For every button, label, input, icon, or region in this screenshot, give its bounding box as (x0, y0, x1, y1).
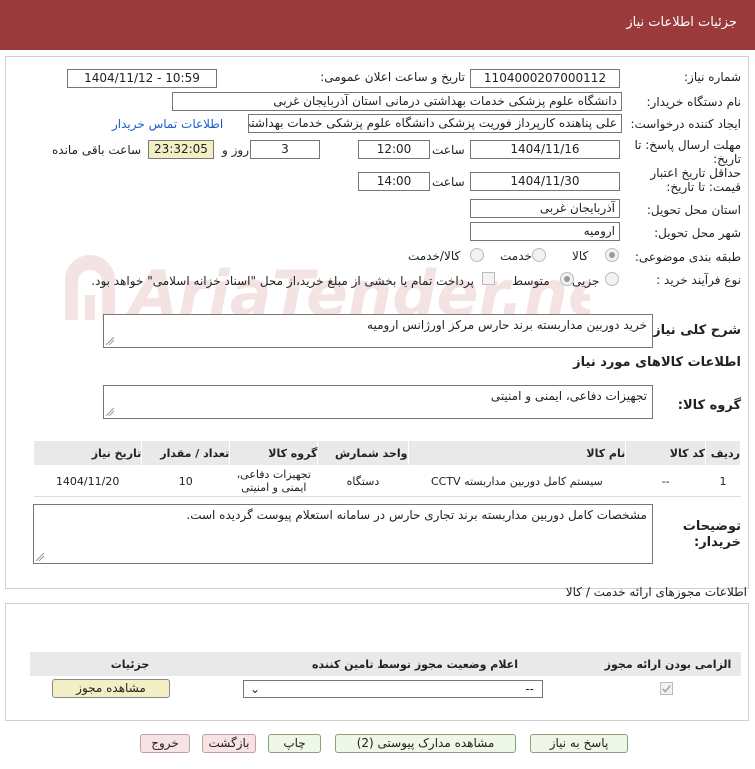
resize-grip-icon[interactable] (106, 337, 114, 345)
city-field: ارومیه (470, 222, 620, 241)
purchase-medium-label: متوسط (512, 274, 550, 288)
resize-grip-icon[interactable] (36, 553, 44, 561)
deadline-date-field: 1404/11/16 (470, 140, 620, 159)
resize-grip-icon[interactable] (106, 408, 114, 416)
cell-name: سیستم کامل دوربین مداربسته CCTV (408, 465, 626, 497)
remaining-label: ساعت باقی مانده (52, 143, 142, 157)
cell-quantity: 10 (141, 465, 230, 497)
buyer-notes-label: توضیحات خریدار: (682, 519, 741, 550)
permit-required-checkbox (660, 682, 673, 695)
buyer-org-field: دانشگاه علوم پزشکی خدمات بهداشتی درمانی … (172, 92, 622, 111)
city-label: شهر محل تحویل: (654, 226, 741, 240)
print-button[interactable]: چاپ (268, 734, 321, 753)
buyer-contact-link[interactable]: اطلاعات تماس خریدار (112, 117, 223, 131)
permit-status-select[interactable]: ⌄ -- (243, 680, 543, 698)
col-header-name: نام کالا (407, 440, 627, 466)
check-icon (662, 684, 671, 693)
permit-status-value: -- (525, 682, 534, 696)
cell-group: تجهیزات دفاعی، ایمنی و امنیتی (229, 465, 318, 497)
validity-time-label: ساعت (432, 175, 465, 189)
table-row: 1 -- سیستم کامل دوربین مداربسته CCTV دست… (33, 465, 741, 497)
deadline-label: مهلت ارسال پاسخ: تا تاریخ: (634, 138, 741, 166)
view-permit-button[interactable]: مشاهده مجوز (52, 679, 170, 698)
col-header-code: کد کالا (625, 440, 707, 466)
province-field: آذربایجان غربی (470, 199, 620, 218)
page-title: جزئیات اطلاعات نیاز (626, 15, 737, 30)
category-goods-service-radio[interactable] (470, 248, 484, 262)
cell-row: 1 (705, 465, 741, 497)
province-label: استان محل تحویل: (646, 203, 741, 217)
validity-date-field: 1404/11/30 (470, 172, 620, 191)
category-goods-label: کالا (572, 249, 589, 263)
col-header-row: ردیف (705, 440, 741, 466)
view-attachments-button[interactable]: مشاهده مدارک پیوستی (2) (335, 734, 516, 753)
purchase-minor-label: جزیی (572, 274, 600, 288)
goods-info-title: اطلاعات کالاهای مورد نیاز (573, 355, 741, 370)
deadline-time-field: 12:00 (358, 140, 430, 159)
days-field: 3 (250, 140, 320, 159)
treasury-payment-checkbox[interactable] (482, 272, 495, 285)
remaining-time-field: 23:32:05 (148, 140, 214, 159)
summary-textarea: خرید دوربین مداربسته برند حارس مرکز اورژ… (103, 314, 653, 348)
requester-field: علی پناهنده کارپرداز فوریت پزشکی دانشگاه… (248, 114, 622, 133)
cell-unit: دستگاه (317, 465, 408, 497)
buyer-notes-text: مشخصات کامل دوربین مداربسته برند تجاری ح… (186, 508, 647, 522)
category-label: طبقه بندی موضوعی: (634, 250, 741, 264)
category-goods-service-label: کالا/خدمت (408, 249, 461, 263)
summary-text: خرید دوربین مداربسته برند حارس مرکز اورژ… (367, 318, 647, 332)
announce-field: 1404/11/12 - 10:59 (67, 69, 217, 88)
summary-label: شرح کلی نیاز: (647, 323, 741, 338)
goods-group-text: تجهیزات دفاعی، ایمنی و امنیتی (490, 389, 647, 403)
permits-col-status: اعلام وضعیت مجوز توسط تامین کننده (312, 658, 518, 671)
goods-group-label: گروه کالا: (677, 398, 741, 413)
permits-title: اطلاعات مجوزهای ارائه خدمت / کالا (565, 585, 747, 599)
days-label: روز و (222, 143, 249, 157)
buyer-notes-textarea: مشخصات کامل دوربین مداربسته برند تجاری ح… (33, 504, 653, 564)
col-header-quantity: تعداد / مقدار (141, 440, 231, 466)
col-header-date: تاریخ نیاز (32, 440, 143, 466)
back-button[interactable]: بازگشت (202, 734, 256, 753)
permits-col-details: جزئیات (110, 658, 150, 671)
validity-label: حداقل تاریخ اعتبار قیمت: تا تاریخ: (650, 166, 741, 194)
purchase-medium-radio[interactable] (560, 272, 574, 286)
requester-label: ایجاد کننده درخواست: (630, 117, 741, 131)
validity-time-field: 14:00 (358, 172, 430, 191)
col-header-group: گروه کالا (229, 440, 319, 466)
goods-table: ردیف کد کالا نام کالا واحد شمارش گروه کا… (32, 440, 741, 497)
exit-button[interactable]: خروج (140, 734, 190, 753)
cell-date: 1404/11/20 (33, 465, 142, 497)
goods-group-textarea: تجهیزات دفاعی، ایمنی و امنیتی (103, 385, 653, 419)
buyer-org-label: نام دستگاه خریدار: (646, 95, 742, 109)
purchase-minor-radio[interactable] (605, 272, 619, 286)
deadline-time-label: ساعت (432, 143, 465, 157)
category-goods-radio[interactable] (605, 248, 619, 262)
purchase-type-label: نوع فرآیند خرید : (656, 273, 741, 287)
chevron-down-icon: ⌄ (250, 682, 261, 696)
cell-code: -- (625, 465, 706, 497)
category-service-radio[interactable] (532, 248, 546, 262)
reply-to-need-button[interactable]: پاسخ به نیاز (530, 734, 628, 753)
col-header-unit: واحد شمارش (317, 440, 409, 466)
need-number-field: 1104000207000112 (470, 69, 620, 88)
permits-col-required: الزامی بودن ارائه مجوز (604, 658, 732, 671)
announce-label: تاریخ و ساعت اعلان عمومی: (320, 70, 465, 84)
need-number-label: شماره نیاز: (684, 70, 741, 84)
treasury-payment-note: پرداخت تمام یا بخشی از مبلغ خرید،از محل … (91, 274, 474, 288)
category-service-label: خدمت (500, 249, 532, 263)
